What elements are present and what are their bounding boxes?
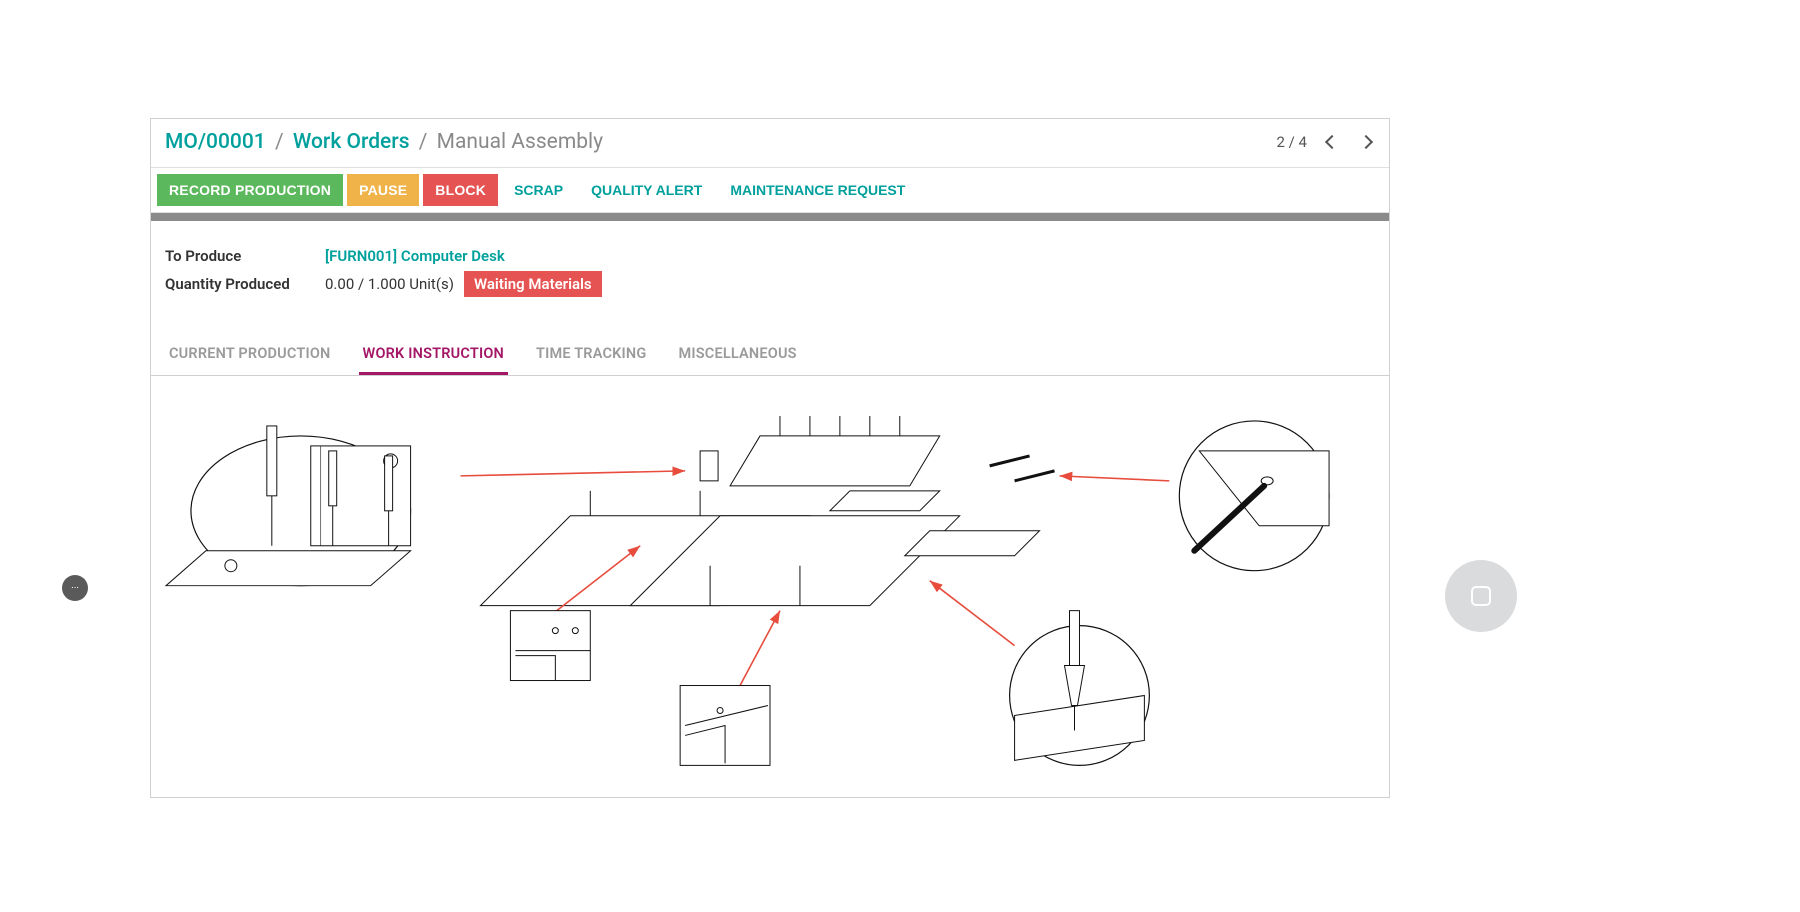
device-left-button[interactable]: ···: [62, 575, 88, 601]
tabs: CURRENT PRODUCTION WORK INSTRUCTION TIME…: [151, 337, 1389, 376]
tab-current-production[interactable]: CURRENT PRODUCTION: [165, 337, 335, 375]
scrap-button[interactable]: SCRAP: [502, 174, 575, 206]
tab-time-tracking[interactable]: TIME TRACKING: [532, 337, 650, 375]
pager: 2 / 4: [1277, 129, 1376, 155]
to-produce-value[interactable]: [FURN001] Computer Desk: [325, 247, 505, 265]
device-home-button[interactable]: [1445, 560, 1517, 632]
work-order-window: MO/00001 / Work Orders / Manual Assembly…: [150, 118, 1390, 798]
pager-counter: 2 / 4: [1277, 133, 1308, 151]
to-produce-row: To Produce [FURN001] Computer Desk: [165, 247, 1375, 265]
breadcrumb-sep-1: /: [275, 130, 284, 154]
chevron-left-icon: [1325, 135, 1339, 149]
assembly-diagram-svg: [161, 396, 1379, 775]
record-production-button[interactable]: RECORD PRODUCTION: [157, 174, 343, 206]
breadcrumb-mo[interactable]: MO/00001: [165, 130, 266, 154]
home-icon: [1471, 586, 1491, 606]
separator: [151, 213, 1389, 221]
breadcrumb-work-orders[interactable]: Work Orders: [293, 130, 410, 154]
pause-button[interactable]: PAUSE: [347, 174, 419, 206]
quantity-produced-value: 0.00 / 1.000 Unit(s): [325, 275, 454, 293]
status-badge: Waiting Materials: [464, 271, 602, 297]
toolbar: RECORD PRODUCTION PAUSE BLOCK SCRAP QUAL…: [151, 168, 1389, 213]
header-row: MO/00001 / Work Orders / Manual Assembly…: [151, 119, 1389, 168]
work-instruction-diagram: [161, 396, 1379, 776]
pager-next-button[interactable]: [1357, 129, 1375, 155]
breadcrumb-sep-2: /: [419, 130, 428, 154]
chevron-right-icon: [1359, 135, 1373, 149]
breadcrumb-current: Manual Assembly: [437, 130, 603, 154]
tab-miscellaneous[interactable]: MISCELLANEOUS: [674, 337, 800, 375]
quality-alert-button[interactable]: QUALITY ALERT: [579, 174, 714, 206]
maintenance-request-button[interactable]: MAINTENANCE REQUEST: [718, 174, 917, 206]
tab-work-instruction[interactable]: WORK INSTRUCTION: [359, 337, 508, 375]
breadcrumb: MO/00001 / Work Orders / Manual Assembly: [165, 130, 603, 154]
form-area: To Produce [FURN001] Computer Desk Quant…: [151, 221, 1389, 311]
quantity-produced-row: Quantity Produced 0.00 / 1.000 Unit(s) W…: [165, 271, 1375, 297]
to-produce-label: To Produce: [165, 247, 325, 265]
quantity-produced-label: Quantity Produced: [165, 275, 325, 293]
block-button[interactable]: BLOCK: [423, 174, 498, 206]
pager-prev-button[interactable]: [1323, 129, 1341, 155]
